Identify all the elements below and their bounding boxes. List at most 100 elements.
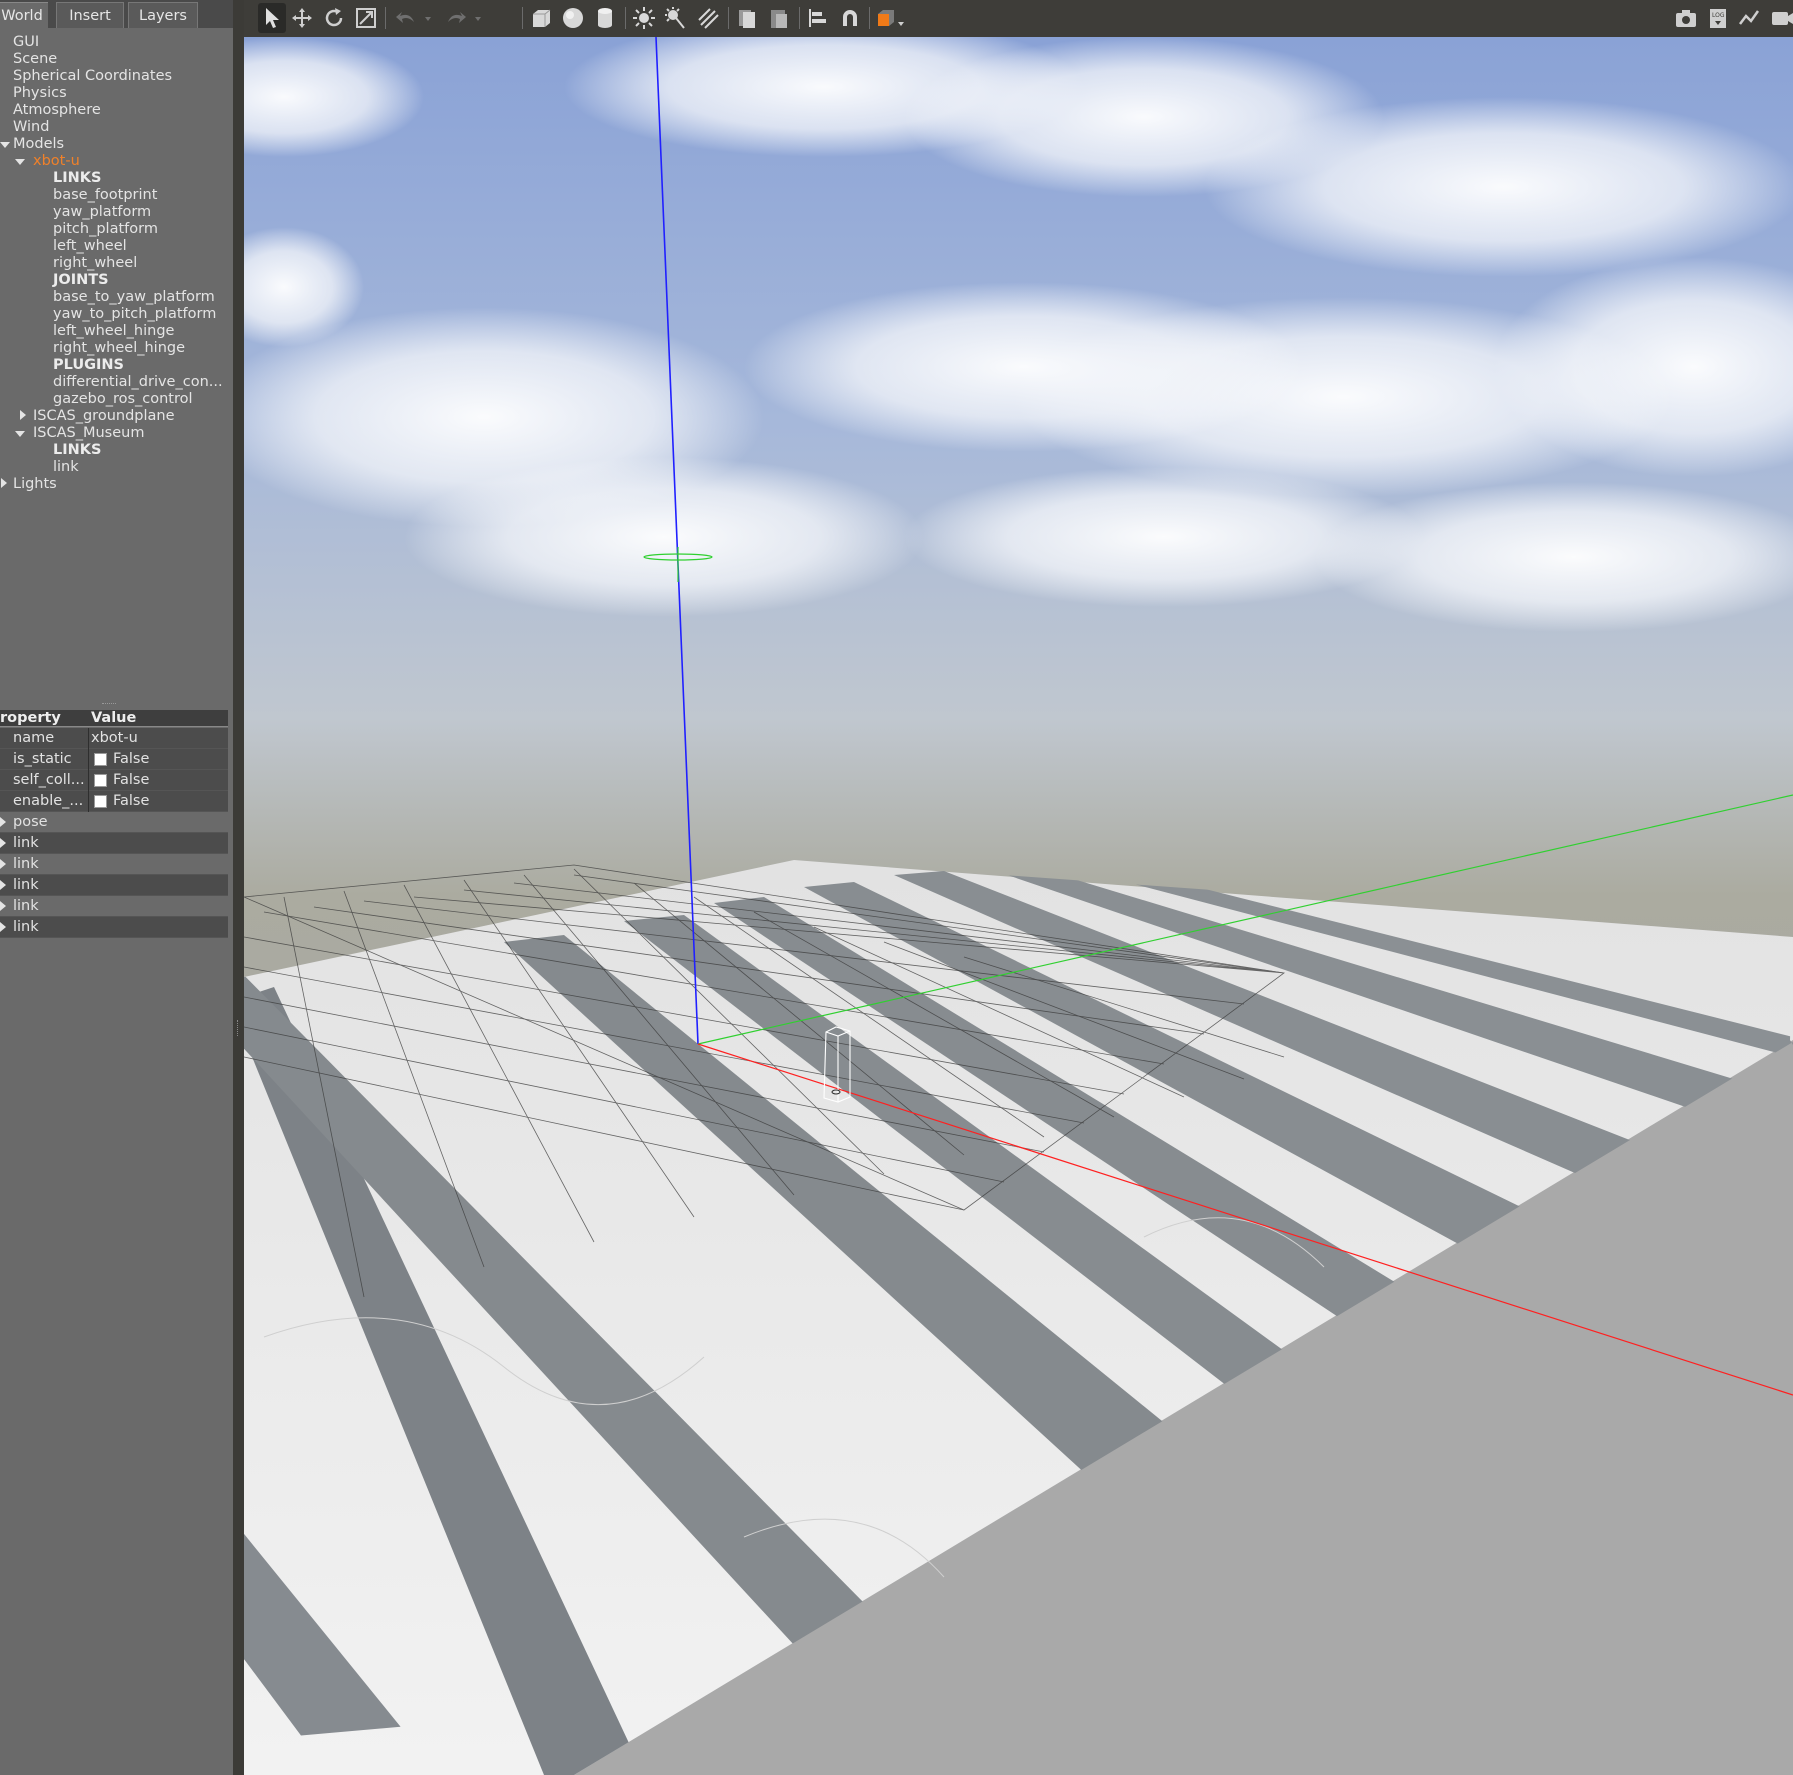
insert-spot-light-button[interactable]: [664, 6, 688, 30]
svg-text:LOG: LOG: [1712, 12, 1725, 19]
tree-item-physics[interactable]: Physics: [13, 85, 67, 102]
tree-item-differential-drive-controller[interactable]: differential_drive_con...: [53, 374, 223, 391]
expand-right-icon[interactable]: [0, 859, 6, 869]
spot-light-icon: [665, 7, 685, 29]
tree-item-right-wheel[interactable]: right_wheel: [53, 255, 137, 272]
expand-right-icon[interactable]: [20, 410, 26, 420]
tree-item-atmosphere[interactable]: Atmosphere: [13, 102, 101, 119]
translate-mode-button[interactable]: [290, 6, 314, 30]
property-row-link[interactable]: link: [0, 854, 228, 875]
copy-icon: [739, 10, 755, 28]
tree-item-link[interactable]: link: [53, 459, 79, 476]
column-divider: [88, 728, 89, 749]
tree-item-wind[interactable]: Wind: [13, 119, 49, 136]
tree-item-yaw-platform[interactable]: yaw_platform: [53, 204, 151, 221]
tree-item-base-footprint[interactable]: base_footprint: [53, 187, 157, 204]
property-row-enable-wind[interactable]: enable_... False: [0, 791, 228, 812]
tree-item-xbot-u[interactable]: xbot-u: [33, 153, 80, 170]
undo-icon: [396, 12, 414, 23]
3d-viewport[interactable]: [244, 37, 1793, 1775]
screenshot-button[interactable]: [1674, 6, 1698, 30]
property-key: name: [13, 730, 55, 746]
align-button[interactable]: [806, 6, 830, 30]
scene-render[interactable]: [244, 37, 1793, 1775]
plot-icon: [1739, 10, 1760, 25]
tree-item-base-to-yaw-platform[interactable]: base_to_yaw_platform: [53, 289, 215, 306]
property-row-link[interactable]: link: [0, 896, 228, 917]
undo-history-dropdown[interactable]: [422, 6, 434, 30]
paste-button[interactable]: [767, 6, 791, 30]
tree-item-lights[interactable]: Lights: [13, 476, 57, 493]
splitter-handle[interactable]: [102, 703, 116, 706]
change-view-button[interactable]: [874, 6, 908, 30]
change-view-icon: [878, 10, 904, 26]
property-row-is-static[interactable]: is_static False: [0, 749, 228, 770]
undo-button[interactable]: [394, 6, 418, 30]
tree-item-left-wheel-hinge[interactable]: left_wheel_hinge: [53, 323, 174, 340]
scale-mode-button[interactable]: [354, 6, 378, 30]
redo-history-dropdown[interactable]: [472, 6, 484, 30]
insert-point-light-button[interactable]: [632, 6, 656, 30]
tree-item-gazebo-ros-control[interactable]: gazebo_ros_control: [53, 391, 193, 408]
snap-button[interactable]: [838, 6, 862, 30]
property-key: enable_...: [13, 793, 84, 809]
insert-cylinder-button[interactable]: [593, 6, 617, 30]
property-row-link[interactable]: link: [0, 917, 228, 938]
column-divider: [88, 791, 89, 812]
left-panel: World Insert Layers GUI Scene Spherical …: [0, 0, 233, 1775]
property-row-self-collide[interactable]: self_coll... False: [0, 770, 228, 791]
panel-divider[interactable]: [233, 0, 244, 1775]
divider-handle[interactable]: [237, 1020, 240, 1036]
tree-item-scene[interactable]: Scene: [13, 51, 57, 68]
tab-insert[interactable]: Insert: [56, 2, 124, 28]
tree-item-spherical-coordinates[interactable]: Spherical Coordinates: [13, 68, 172, 85]
property-row-name[interactable]: name xbot-u: [0, 728, 228, 749]
toolbar-separator: [522, 7, 523, 29]
tree-item-left-wheel[interactable]: left_wheel: [53, 238, 127, 255]
expand-right-icon[interactable]: [0, 901, 6, 911]
box-icon: [533, 9, 551, 27]
record-video-button[interactable]: [1770, 6, 1793, 30]
copy-button[interactable]: [735, 6, 759, 30]
paste-icon: [771, 10, 787, 28]
tree-item-right-wheel-hinge[interactable]: right_wheel_hinge: [53, 340, 185, 357]
expand-down-icon[interactable]: [0, 142, 10, 148]
expand-down-icon[interactable]: [15, 431, 25, 437]
toolbar-separator: [728, 7, 729, 29]
enable-wind-checkbox[interactable]: [94, 795, 107, 808]
tree-item-iscas-museum[interactable]: ISCAS_Museum: [33, 425, 144, 442]
tab-world[interactable]: World: [0, 2, 48, 28]
property-row-link[interactable]: link: [0, 833, 228, 854]
tab-layers[interactable]: Layers: [128, 2, 198, 28]
property-value: False: [113, 772, 150, 788]
property-row-pose[interactable]: pose: [0, 812, 228, 833]
plot-button[interactable]: [1738, 6, 1762, 30]
expand-right-icon[interactable]: [0, 922, 6, 932]
directional-light-icon: [698, 8, 719, 29]
tree-item-yaw-to-pitch-platform[interactable]: yaw_to_pitch_platform: [53, 306, 216, 323]
sphere-icon: [563, 8, 583, 28]
tree-item-models[interactable]: Models: [13, 136, 64, 153]
redo-button[interactable]: [444, 6, 468, 30]
insert-box-button[interactable]: [529, 6, 553, 30]
property-row-link[interactable]: link: [0, 875, 228, 896]
expand-right-icon[interactable]: [0, 880, 6, 890]
record-icon: [1772, 12, 1793, 25]
self-collide-checkbox[interactable]: [94, 774, 107, 787]
expand-right-icon[interactable]: [1, 478, 7, 488]
property-key: link: [13, 877, 39, 893]
property-value[interactable]: xbot-u: [91, 728, 138, 749]
property-key: is_static: [13, 751, 72, 767]
tree-item-iscas-groundplane[interactable]: ISCAS_groundplane: [33, 408, 175, 425]
insert-sphere-button[interactable]: [561, 6, 585, 30]
expand-right-icon[interactable]: [0, 817, 6, 827]
rotate-mode-button[interactable]: [322, 6, 346, 30]
insert-directional-light-button[interactable]: [696, 6, 720, 30]
expand-right-icon[interactable]: [0, 838, 6, 848]
select-mode-button[interactable]: [258, 3, 286, 33]
tree-item-gui[interactable]: GUI: [13, 34, 39, 51]
expand-down-icon[interactable]: [15, 159, 25, 165]
log-button[interactable]: LOG: [1706, 6, 1730, 30]
tree-item-pitch-platform[interactable]: pitch_platform: [53, 221, 158, 238]
is-static-checkbox[interactable]: [94, 753, 107, 766]
